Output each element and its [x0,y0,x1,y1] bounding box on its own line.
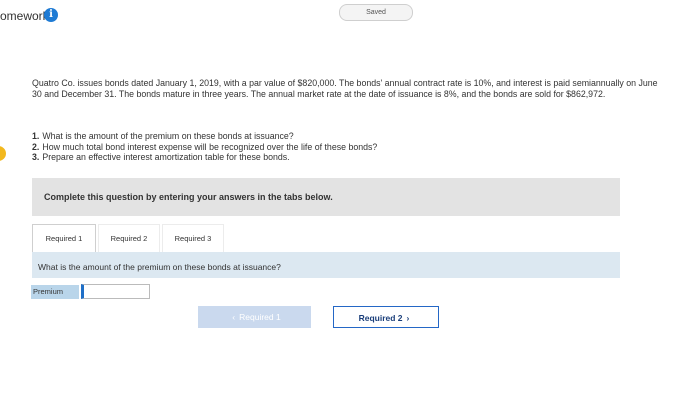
prev-required-button[interactable]: ‹ Required 1 [198,306,311,328]
prev-button-label: Required 1 [239,312,281,322]
next-required-button[interactable]: Required 2 › [333,306,439,328]
task-number: 2. [32,141,40,152]
instruction-box: Complete this question by entering your … [32,178,620,216]
prompt-box: What is the amount of the premium on the… [32,252,620,278]
tab-required-3[interactable]: Required 3 [162,224,224,252]
task-text: Prepare an effective interest amortizati… [42,152,290,162]
premium-input[interactable] [81,284,150,299]
chevron-right-icon: › [406,313,410,323]
tab-required-2[interactable]: Required 2 [98,224,160,252]
task-list: 1. What is the amount of the premium on t… [32,131,668,163]
task-text: What is the amount of the premium on the… [42,131,294,141]
task-number: 1. [32,131,40,141]
premium-label: Premium [31,285,79,299]
task-item: 2. How much total bond interest expense w… [32,142,668,153]
progress-marker [0,146,6,161]
saved-status-badge: Saved [339,4,413,21]
info-icon[interactable]: i [44,8,58,22]
chevron-left-icon: ‹ [232,312,236,322]
question-text: Quatro Co. issues bonds dated January 1,… [32,78,658,99]
prompt-text: What is the amount of the premium on the… [38,262,281,272]
instruction-text: Complete this question by entering your … [44,192,333,202]
tab-required-1[interactable]: Required 1 [32,224,96,252]
page-title: omework [0,9,49,23]
task-text: How much total bond interest expense wil… [42,141,378,152]
task-item: 3. Prepare an effective interest amortiza… [32,152,668,163]
next-button-label: Required 2 [358,313,403,323]
task-number: 3. [32,152,40,162]
task-item: 1. What is the amount of the premium on t… [32,131,668,142]
